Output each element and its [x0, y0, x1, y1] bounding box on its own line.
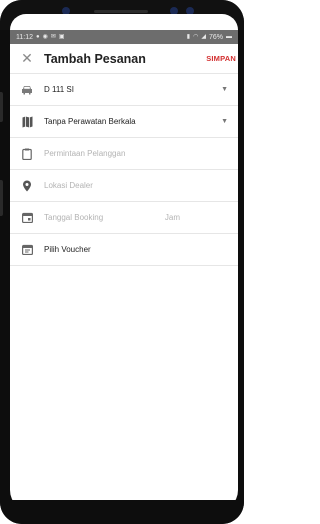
image-icon: ▣ [58, 34, 65, 40]
voucher-icon [10, 244, 44, 255]
voucher-select[interactable]: Pilih Voucher [10, 234, 238, 266]
battery-icon: ▬ [226, 34, 232, 40]
car-icon [10, 85, 44, 95]
calendar-icon [10, 212, 44, 223]
map-icon [10, 116, 44, 128]
location-pin-icon [10, 180, 44, 192]
status-time: 11:12 [16, 33, 33, 41]
vibrate-icon: ▮ [186, 34, 191, 40]
app-bar: ✕ Tambah Pesanan SIMPAN [10, 44, 238, 74]
battery-percent: 76% [208, 33, 223, 41]
booking-datetime-field[interactable]: Tanggal Booking Jam [10, 202, 238, 234]
dealer-location-field[interactable]: Lokasi Dealer [10, 170, 238, 202]
status-bar: 11:12 ● ◉ ✉ ▣ ▮ ◠ ◢ 76% ▬ [10, 30, 238, 44]
side-button [0, 180, 3, 216]
gmail-icon: ✉ [50, 34, 56, 40]
voucher-label: Pilih Voucher [44, 245, 91, 254]
speaker-grille [94, 10, 148, 13]
service-type-value: Tanpa Perawatan Berkala [44, 117, 136, 126]
customer-request-placeholder: Permintaan Pelanggan [44, 149, 126, 158]
chevron-down-icon: ▼ [221, 118, 228, 125]
volume-button [0, 92, 3, 122]
customer-request-field[interactable]: Permintaan Pelanggan [10, 138, 238, 170]
dealer-location-placeholder: Lokasi Dealer [44, 181, 93, 190]
service-type-select[interactable]: Tanpa Perawatan Berkala ▼ [10, 106, 238, 138]
phone-frame: 11:12 ● ◉ ✉ ▣ ▮ ◠ ◢ 76% ▬ ✕ Tambah Pesan… [0, 0, 244, 524]
vehicle-value: D 111 SI [44, 85, 74, 94]
bottom-bezel [0, 500, 244, 524]
chevron-down-icon: ▼ [221, 86, 228, 93]
screen: 11:12 ● ◉ ✉ ▣ ▮ ◠ ◢ 76% ▬ ✕ Tambah Pesan… [10, 14, 238, 512]
vehicle-select[interactable]: D 111 SI ▼ [10, 74, 238, 106]
page-title: Tambah Pesanan [44, 51, 146, 66]
booking-date-placeholder[interactable]: Tanggal Booking [44, 213, 165, 222]
booking-form: D 111 SI ▼ Tanpa Perawatan Berkala ▼ Per… [10, 74, 238, 266]
wifi-icon: ◠ [193, 34, 199, 40]
save-button[interactable]: SIMPAN [206, 54, 238, 63]
signal-icon: ◢ [201, 34, 206, 40]
close-icon[interactable]: ✕ [10, 50, 44, 67]
chat-icon: ● [36, 34, 40, 40]
whatsapp-icon: ◉ [42, 34, 48, 40]
clipboard-icon [10, 148, 44, 160]
booking-time-placeholder[interactable]: Jam [165, 213, 180, 222]
